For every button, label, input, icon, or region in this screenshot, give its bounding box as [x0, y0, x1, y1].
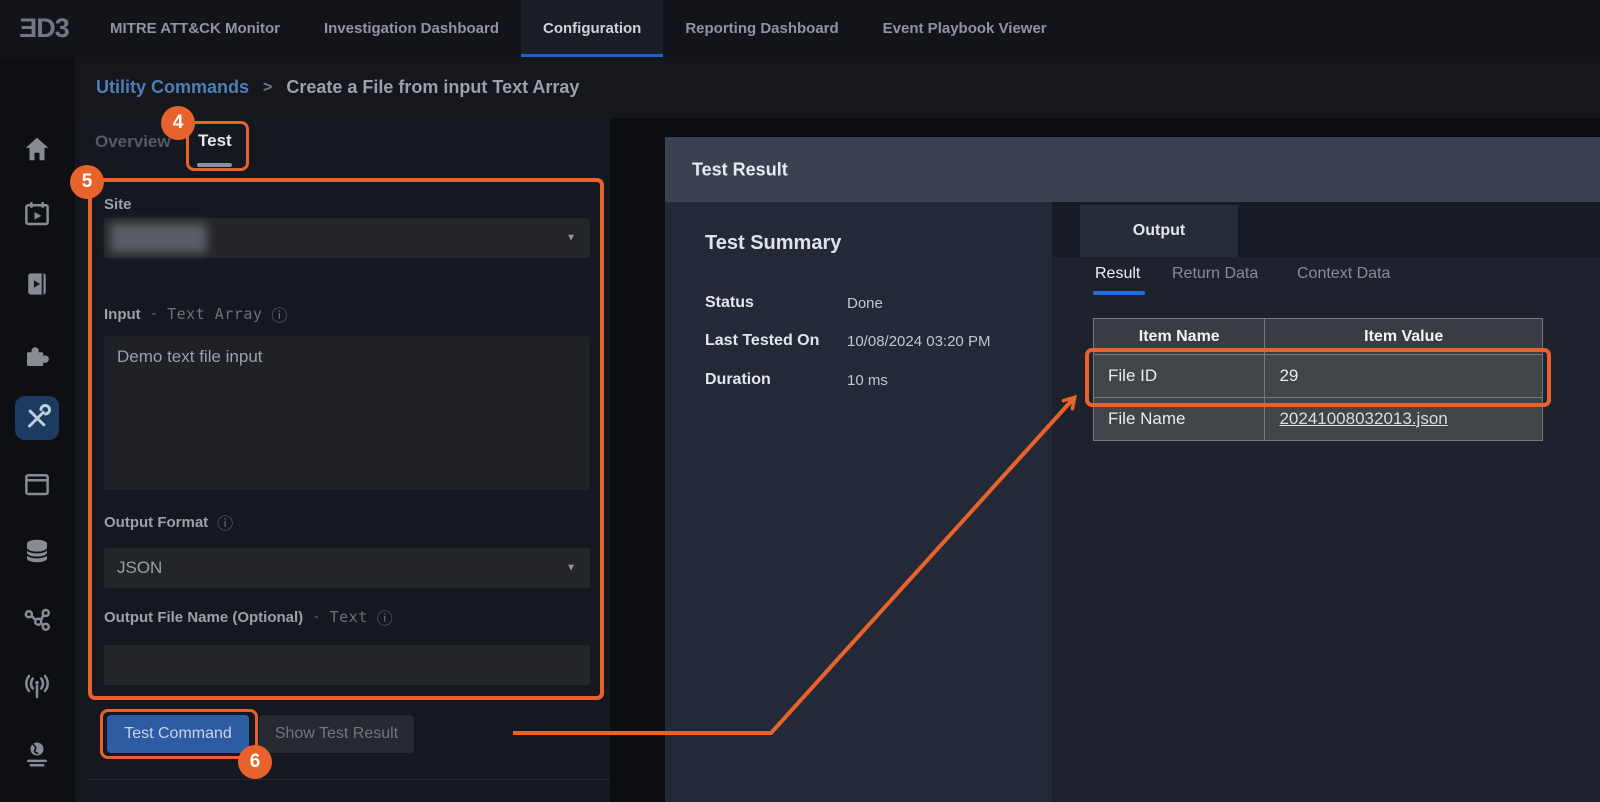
nav-investigation-dashboard[interactable]: Investigation Dashboard — [302, 0, 521, 57]
subtab-result-active-underline — [1093, 291, 1145, 295]
file-name-value-cell: 20241008032013.json — [1265, 398, 1543, 441]
duration-value: 10 ms — [847, 372, 888, 389]
test-command-button[interactable]: Test Command — [107, 715, 249, 753]
show-test-result-button[interactable]: Show Test Result — [259, 715, 414, 753]
input-field-label: Input — [104, 306, 141, 323]
input-field-type: Text Array — [167, 305, 262, 323]
output-format-selected-value: JSON — [117, 558, 162, 578]
info-icon[interactable]: ⓘ — [217, 510, 233, 534]
duration-label: Duration — [705, 371, 771, 389]
last-tested-on-value: 10/08/2024 03:20 PM — [847, 333, 990, 350]
last-tested-on-label: Last Tested On — [705, 332, 819, 350]
breadcrumb: Utility Commands > Create a File from in… — [75, 57, 1600, 118]
annotation-badge-5: 5 — [70, 165, 104, 199]
app-window: ƎD3 MITRE ATT&CK Monitor Investigation D… — [0, 0, 1600, 802]
result-table: Item Name Item Value File ID 29 File Nam… — [1093, 318, 1543, 441]
breadcrumb-separator-icon: > — [263, 79, 272, 97]
nav-reporting-dashboard[interactable]: Reporting Dashboard — [663, 0, 860, 57]
share-nodes-icon[interactable] — [22, 603, 52, 633]
subtab-result[interactable]: Result — [1095, 265, 1140, 283]
tab-output[interactable]: Output — [1080, 205, 1238, 257]
info-icon[interactable]: ⓘ — [377, 605, 393, 629]
top-nav-bar: ƎD3 MITRE ATT&CK Monitor Investigation D… — [0, 0, 1600, 57]
column-header-item-name: Item Name — [1094, 319, 1265, 355]
site-select[interactable]: ▼ — [104, 218, 590, 258]
site-field-label: Site — [104, 196, 132, 213]
type-separator: - — [312, 609, 320, 625]
site-select-redacted-value — [110, 223, 207, 253]
output-format-label-row: Output Format ⓘ — [104, 510, 233, 534]
scheduled-playbook-icon[interactable] — [22, 199, 52, 229]
table-header-row: Item Name Item Value — [1094, 319, 1543, 355]
output-file-name-input[interactable] — [104, 645, 590, 685]
home-icon[interactable] — [22, 134, 52, 164]
annotation-badge-4: 4 — [161, 106, 195, 140]
nav-event-playbook-viewer[interactable]: Event Playbook Viewer — [861, 0, 1069, 57]
divider — [88, 779, 610, 780]
test-summary-title: Test Summary — [705, 232, 841, 255]
table-row-file-id: File ID 29 — [1094, 355, 1543, 398]
tab-overview[interactable]: Overview — [95, 132, 171, 152]
broadcast-icon[interactable] — [22, 672, 52, 702]
input-textarea-value: Demo text file input — [117, 347, 263, 367]
playbook-library-icon[interactable] — [22, 269, 52, 299]
nav-mitre-attack-monitor[interactable]: MITRE ATT&CK Monitor — [88, 0, 302, 57]
output-format-select[interactable]: JSON ▼ — [104, 548, 590, 588]
nav-configuration[interactable]: Configuration — [521, 0, 663, 57]
column-header-item-value: Item Value — [1265, 319, 1543, 355]
type-separator: - — [150, 306, 158, 322]
output-file-name-type: Text — [330, 608, 368, 626]
database-icon[interactable] — [22, 536, 52, 566]
input-textarea[interactable]: Demo text file input — [104, 336, 590, 490]
tab-test-active-underline — [197, 163, 232, 167]
file-name-link[interactable]: 20241008032013.json — [1279, 409, 1447, 428]
left-icon-sidebar — [0, 57, 75, 802]
geolocation-globe-icon[interactable] — [22, 739, 52, 769]
page-title: Create a File from input Text Array — [286, 77, 579, 98]
d3-logo[interactable]: ƎD3 — [0, 0, 88, 57]
test-result-header: Test Result — [665, 137, 1600, 202]
status-value: Done — [847, 295, 883, 312]
output-file-name-label: Output File Name (Optional) — [104, 609, 303, 626]
integrations-puzzle-icon[interactable] — [22, 341, 52, 371]
info-icon[interactable]: ⓘ — [271, 302, 287, 326]
calendar-icon[interactable] — [22, 469, 52, 499]
subtab-context-data[interactable]: Context Data — [1297, 265, 1390, 283]
output-format-label: Output Format — [104, 514, 208, 531]
test-result-title: Test Result — [692, 159, 788, 180]
table-row-file-name: File Name 20241008032013.json — [1094, 398, 1543, 441]
annotation-badge-6: 6 — [238, 745, 272, 779]
output-file-name-label-row: Output File Name (Optional) - Text ⓘ — [104, 605, 393, 629]
file-id-value-cell: 29 — [1265, 355, 1543, 398]
breadcrumb-parent-link[interactable]: Utility Commands — [96, 77, 249, 98]
chevron-down-icon: ▼ — [566, 563, 576, 574]
input-field-label-row: Input - Text Array ⓘ — [104, 302, 287, 326]
chevron-down-icon: ▼ — [566, 233, 576, 244]
subtab-return-data[interactable]: Return Data — [1172, 265, 1258, 283]
tab-test[interactable]: Test — [198, 131, 232, 151]
file-id-name-cell: File ID — [1094, 355, 1265, 398]
file-name-name-cell: File Name — [1094, 398, 1265, 441]
utility-commands-tools-icon[interactable] — [22, 403, 52, 433]
status-label: Status — [705, 294, 754, 312]
